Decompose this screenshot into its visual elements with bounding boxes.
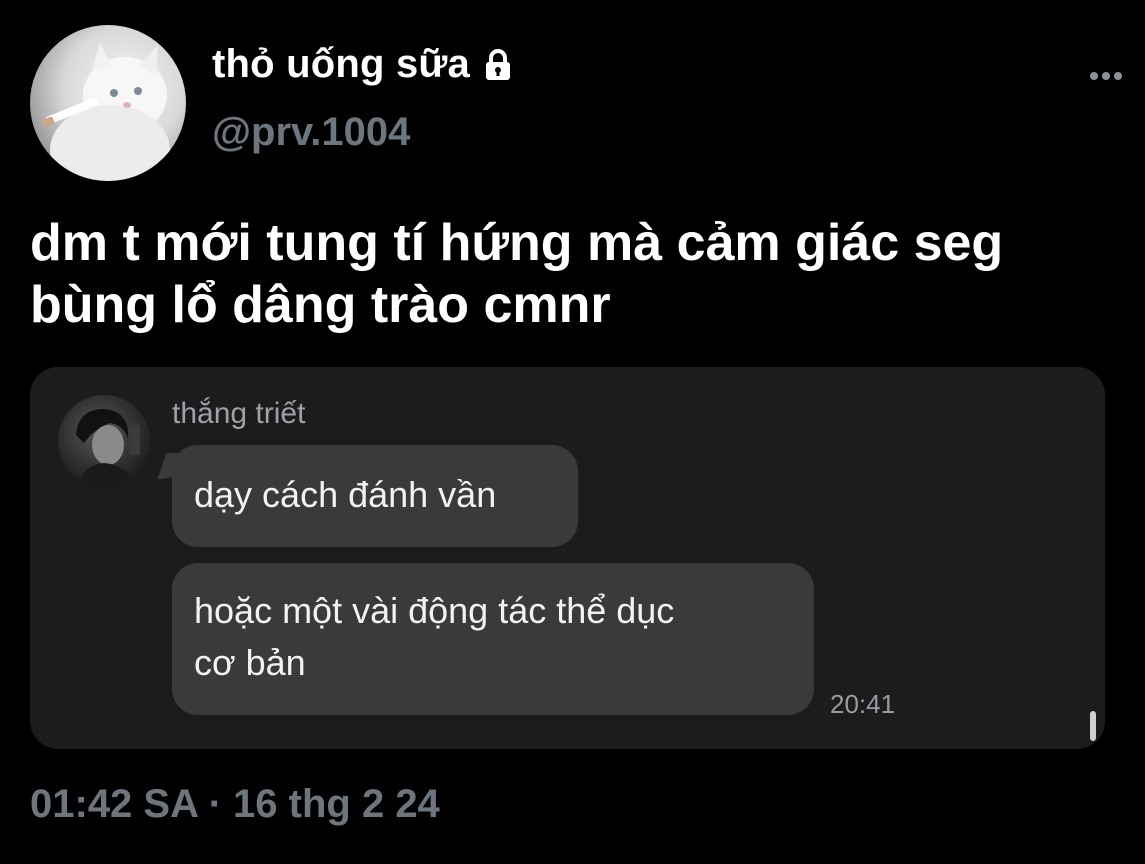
tweet-text: dm t mới tung tí hứng mà cảm giác seg bù… — [30, 214, 1004, 334]
lock-icon — [480, 47, 516, 83]
chat-bubble: dạy cách đánh vần — [172, 445, 578, 547]
author-handle[interactable]: @prv.1004 — [212, 110, 410, 155]
scrollbar — [1090, 711, 1096, 741]
tweet-detail: thỏ uống sữa @prv.1004 dm t mới tung tí … — [0, 0, 1145, 864]
chat-message-time: 20:41 — [830, 689, 896, 719]
chat-sender-name: thắng triết — [172, 397, 306, 430]
author-display-name[interactable]: thỏ uống sữa — [212, 42, 516, 87]
person-avatar-icon — [76, 409, 140, 487]
more-horizontal-icon[interactable] — [1086, 64, 1126, 88]
tweet-timestamp[interactable]: 01:42 SA · 16 thg 2 24 — [30, 782, 440, 827]
chat-bubble: hoặc một vài động tác thể dục cơ bản — [172, 563, 814, 715]
cat-avatar-icon — [41, 43, 170, 181]
person-avatar — [58, 395, 150, 487]
author-avatar[interactable] — [30, 25, 186, 181]
tweet-media-screenshot[interactable]: thắng triết dạy cách đánh vần hoặc một v… — [30, 367, 1105, 749]
display-name-text: thỏ uống sữa — [212, 42, 471, 86]
